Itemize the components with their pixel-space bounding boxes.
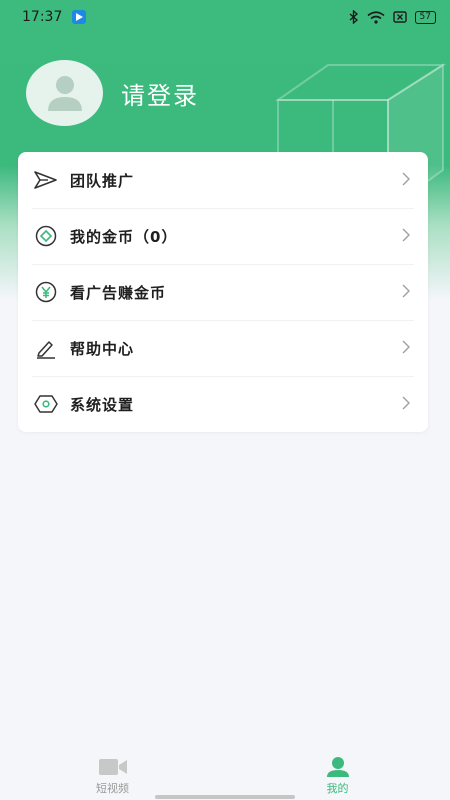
paper-plane-icon <box>34 168 58 192</box>
video-camera-icon <box>98 759 127 775</box>
home-indicator[interactable] <box>155 795 295 799</box>
yuan-coin-icon <box>34 280 58 304</box>
chevron-right-icon <box>402 340 410 354</box>
tab-mine[interactable]: 我的 <box>278 756 398 796</box>
chevron-right-icon <box>402 396 410 410</box>
menu-item-label: 系统设置 <box>70 395 135 414</box>
chevron-right-icon <box>402 284 410 298</box>
wifi-icon <box>367 10 385 24</box>
coin-icon <box>34 224 58 248</box>
menu-item-label: 我的金币（0） <box>70 227 178 246</box>
sim-off-icon <box>392 11 407 23</box>
status-time: 17:37 <box>22 9 63 25</box>
bluetooth-icon <box>349 10 358 24</box>
tab-short-video[interactable]: 短视频 <box>53 756 173 796</box>
battery-icon: 57 <box>414 10 436 24</box>
pen-icon <box>34 336 58 360</box>
profile-header[interactable]: 请登录 <box>26 60 199 126</box>
menu-item-help-center[interactable]: 帮助中心 <box>18 320 428 376</box>
status-bar: 17:37 57 <box>0 0 450 34</box>
avatar[interactable] <box>26 60 103 126</box>
person-icon <box>326 757 349 777</box>
bottom-tab-bar: 短视频 我的 <box>0 752 450 800</box>
app-notification-icon <box>72 10 87 24</box>
default-avatar-icon <box>47 76 82 111</box>
menu-item-watch-ads-earn-coins[interactable]: 看广告赚金币 <box>18 264 428 320</box>
menu-item-label: 看广告赚金币 <box>70 283 167 302</box>
menu-card: 团队推广 我的金币（0） 看广告赚金币 帮助中心 系统设置 <box>18 152 428 432</box>
chevron-right-icon <box>402 172 410 186</box>
tab-label: 我的 <box>326 782 349 795</box>
menu-item-label: 帮助中心 <box>70 339 135 358</box>
tab-label: 短视频 <box>96 782 129 795</box>
menu-item-system-settings[interactable]: 系统设置 <box>18 376 428 432</box>
login-prompt[interactable]: 请登录 <box>121 76 199 111</box>
menu-item-label: 团队推广 <box>70 171 135 190</box>
hexagon-settings-icon <box>34 392 58 416</box>
menu-item-team-promotion[interactable]: 团队推广 <box>18 152 428 208</box>
chevron-right-icon <box>402 228 410 242</box>
menu-item-my-coins[interactable]: 我的金币（0） <box>18 208 428 264</box>
